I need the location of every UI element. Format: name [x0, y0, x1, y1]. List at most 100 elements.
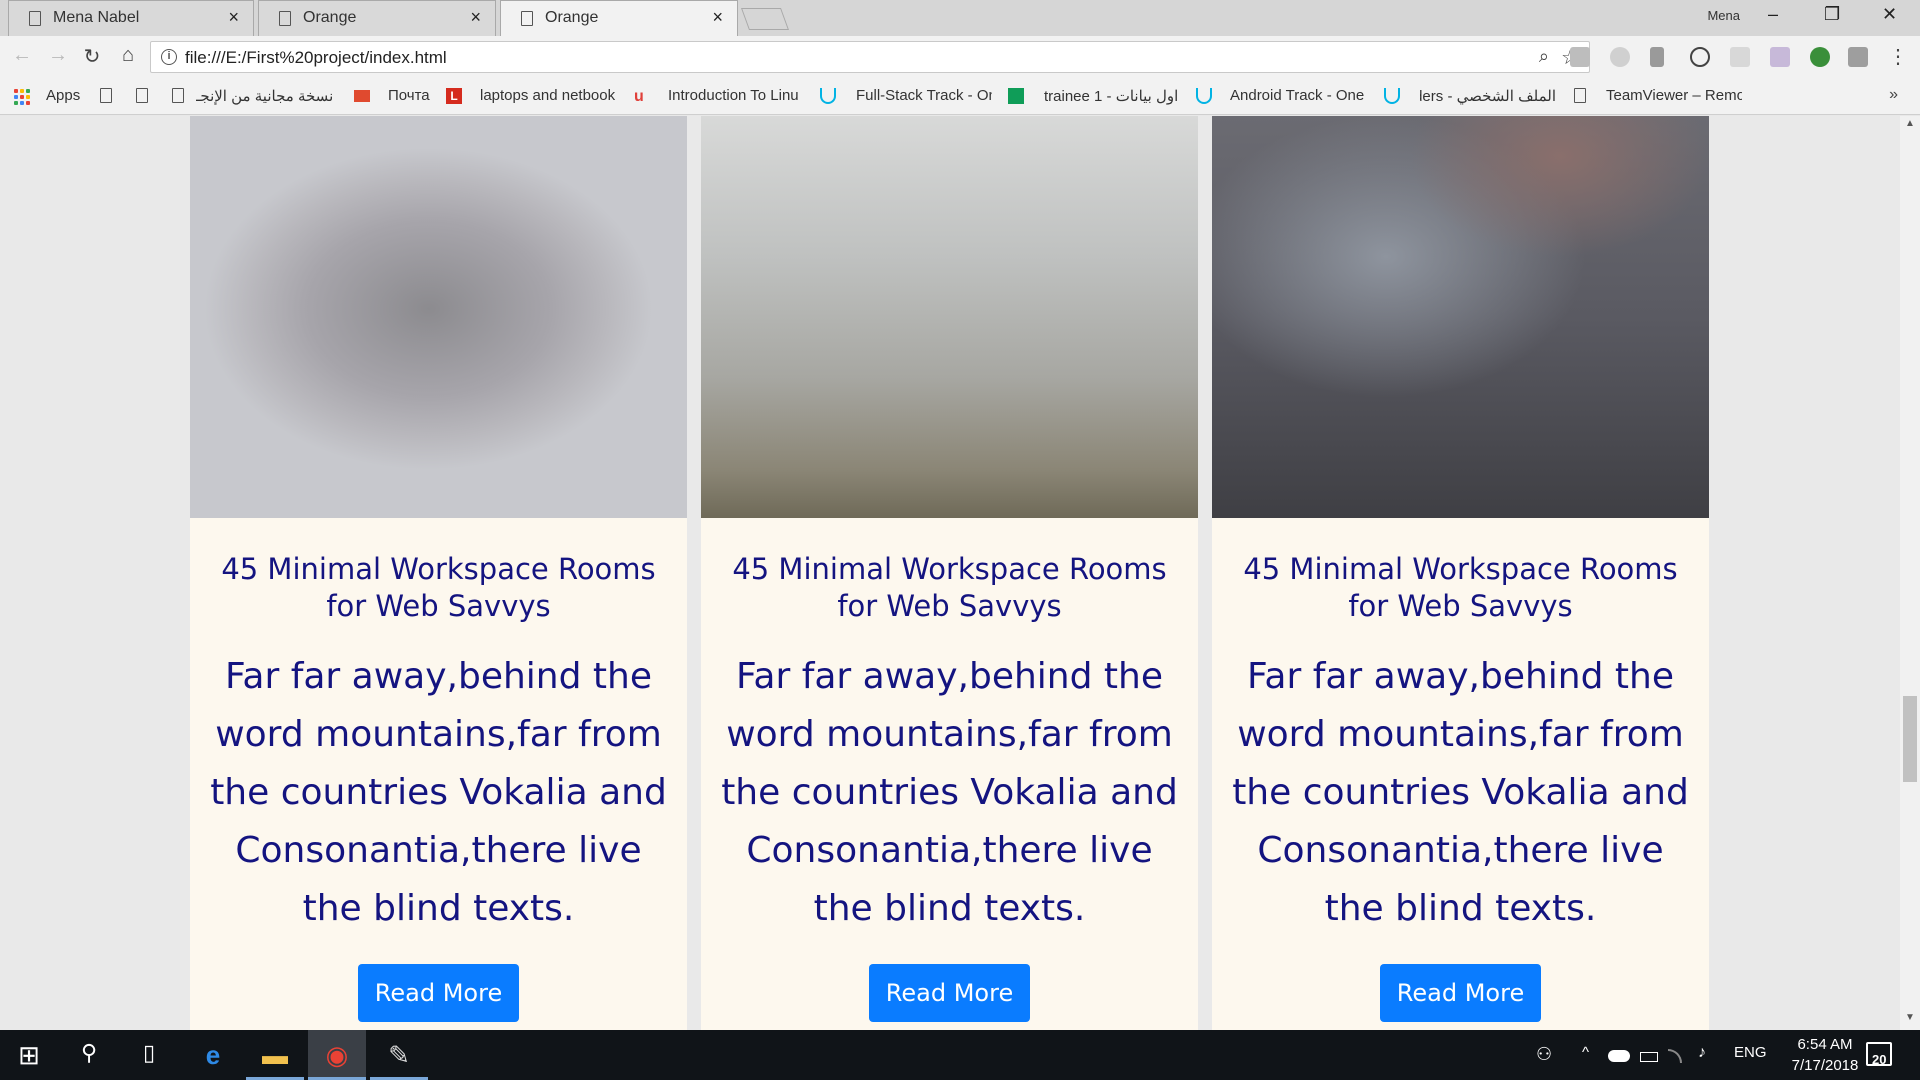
card-title: 45 Minimal Workspace Rooms for Web Savvy…: [221, 552, 656, 623]
home-button[interactable]: ⌂: [116, 44, 140, 67]
tab-mena-nabel[interactable]: Mena Nabel ×: [8, 0, 254, 36]
url-text[interactable]: file:///E:/First%20project/index.html: [185, 48, 447, 68]
onedrive-cloud-icon[interactable]: [1608, 1050, 1630, 1062]
search-button[interactable]: ⚲: [60, 1030, 118, 1080]
sheets-icon: [1008, 88, 1024, 104]
folder-icon: ▬: [262, 1040, 288, 1070]
page-icon: [279, 11, 291, 26]
scroll-down-arrow-icon[interactable]: ▼: [1900, 1012, 1920, 1028]
extension-icon[interactable]: [1610, 47, 1630, 67]
wifi-icon[interactable]: [1668, 1049, 1682, 1063]
pdf-extension-icon[interactable]: [1770, 47, 1790, 67]
page-icon: [172, 88, 184, 103]
card-body: Far far away,behind the word mountains,f…: [721, 656, 1178, 929]
bookmark-item[interactable]: trainee 1 - اول بيانات: [1044, 87, 1178, 105]
menu-icon[interactable]: ⋮: [1886, 44, 1910, 69]
page-icon: [29, 11, 41, 26]
card-body: Far far away,behind the word mountains,f…: [1232, 656, 1689, 929]
tab-close-button[interactable]: ×: [470, 7, 481, 28]
close-window-button[interactable]: ✕: [1882, 4, 1897, 25]
battery-icon[interactable]: [1640, 1052, 1658, 1062]
extension-icon[interactable]: [1730, 47, 1750, 67]
l-logo-icon: L: [446, 88, 462, 104]
taskbar-app-file-explorer[interactable]: ▬: [246, 1030, 304, 1080]
tab-title: Mena Nabel: [53, 9, 140, 26]
windows-logo-icon: ⊞: [18, 1040, 40, 1070]
taskbar-app-paint[interactable]: ✎: [370, 1030, 428, 1080]
vertical-scrollbar[interactable]: ▲ ▼: [1900, 116, 1920, 1030]
tab-orange-active[interactable]: Orange ×: [500, 0, 738, 36]
chrome-icon: ◉: [325, 1040, 349, 1070]
task-view-icon: ▯: [142, 1040, 156, 1065]
scroll-up-arrow-icon[interactable]: ▲: [1900, 118, 1920, 134]
udacity-icon: [1196, 88, 1212, 104]
s-extension-icon[interactable]: [1848, 47, 1868, 67]
globe-extension-icon[interactable]: [1810, 47, 1830, 67]
mail-icon: [354, 90, 370, 102]
start-button[interactable]: ⊞: [0, 1030, 58, 1080]
bookmark-item[interactable]: الملف الشخصي - ders: [1420, 87, 1556, 105]
bookmark-item[interactable]: نسخة مجانية من الإنجـ: [196, 87, 346, 105]
workspace-image: [1212, 116, 1709, 518]
tab-title: Orange: [545, 9, 599, 26]
forward-button[interactable]: →: [46, 44, 70, 67]
page-viewport: 45 Minimal Workspace Rooms for Web Savvy…: [0, 116, 1900, 1030]
pdf-extension-icon[interactable]: [1570, 47, 1590, 67]
bookmark-item[interactable]: Почта: [388, 87, 430, 104]
bookmark-item[interactable]: laptops and netbook: [480, 87, 618, 104]
bookmark-extension-icon[interactable]: [1650, 47, 1664, 67]
card-body: Far far away,behind the word mountains,f…: [210, 656, 667, 929]
tab-orange-1[interactable]: Orange ×: [258, 0, 496, 36]
new-tab-button[interactable]: [740, 8, 790, 30]
speed-dial-icon[interactable]: [1690, 47, 1710, 67]
show-hidden-icons-chevron-icon[interactable]: ^: [1582, 1044, 1589, 1061]
taskbar-app-edge[interactable]: e: [184, 1030, 242, 1080]
edge-icon: e: [205, 1040, 221, 1070]
udacity-icon: [1384, 88, 1400, 104]
volume-icon[interactable]: ♪: [1698, 1044, 1706, 1062]
people-icon[interactable]: ⚇: [1536, 1044, 1552, 1065]
task-view-button[interactable]: ▯: [120, 1030, 178, 1080]
page-icon[interactable]: [100, 88, 112, 103]
zoom-icon[interactable]: ⌕: [1539, 46, 1549, 67]
restore-button[interactable]: ❐: [1824, 4, 1840, 25]
page-icon: [1574, 88, 1586, 103]
scroll-thumb[interactable]: [1903, 696, 1917, 782]
reload-button[interactable]: ↻: [80, 44, 104, 69]
address-bar[interactable]: i file:///E:/First%20project/index.html …: [150, 41, 1590, 73]
tab-close-button[interactable]: ×: [228, 7, 239, 28]
bookmark-apps[interactable]: Apps: [46, 87, 80, 104]
read-more-button[interactable]: Read More: [869, 964, 1030, 1022]
tab-strip: Mena Nabel × Orange × Orange × Mena – ❐ …: [0, 0, 1920, 36]
back-button[interactable]: ←: [10, 44, 34, 67]
workspace-image: [190, 116, 687, 518]
bookmark-item[interactable]: Android Track - One: [1230, 87, 1364, 104]
bookmark-item[interactable]: Introduction To Linu: [668, 87, 803, 104]
bookmark-item[interactable]: TeamViewer – Remo: [1606, 87, 1742, 104]
info-icon[interactable]: i: [161, 49, 177, 65]
profile-name[interactable]: Mena: [1707, 8, 1740, 23]
workspace-image: [701, 116, 1198, 518]
minimize-button[interactable]: –: [1768, 4, 1778, 25]
udemy-icon: u: [634, 88, 644, 105]
read-more-button[interactable]: Read More: [358, 964, 519, 1022]
bookmarks-bar: Apps نسخة مجانية من الإنجـ Почта L lapto…: [0, 79, 1920, 115]
taskbar-app-chrome[interactable]: ◉: [308, 1030, 366, 1080]
search-icon: ⚲: [80, 1040, 98, 1065]
page-icon[interactable]: [136, 88, 148, 103]
read-more-button[interactable]: Read More: [1380, 964, 1541, 1022]
tab-close-button[interactable]: ×: [712, 7, 723, 28]
card-title: 45 Minimal Workspace Rooms for Web Savvy…: [732, 552, 1167, 623]
apps-icon[interactable]: [14, 89, 30, 105]
bookmarks-overflow-button[interactable]: »: [1889, 86, 1898, 104]
windows-taskbar: ⊞ ⚲ ▯ e ▬ ◉ ✎ ⚇ ^ ♪ ENG 6:54 AM 7/17/201…: [0, 1030, 1920, 1080]
page-icon: [521, 11, 533, 26]
article-card: 45 Minimal Workspace Rooms for Web Savvy…: [1212, 116, 1709, 1030]
notification-count-badge: 20: [1872, 1052, 1887, 1067]
article-card: 45 Minimal Workspace Rooms for Web Savvy…: [190, 116, 687, 1030]
paint-icon: ✎: [388, 1040, 410, 1070]
card-title: 45 Minimal Workspace Rooms for Web Savvy…: [1243, 552, 1678, 623]
tab-title: Orange: [303, 9, 357, 26]
bookmark-item[interactable]: Full-Stack Track - On: [856, 87, 992, 104]
browser-toolbar: ← → ↻ ⌂ i file:///E:/First%20project/ind…: [0, 36, 1920, 79]
